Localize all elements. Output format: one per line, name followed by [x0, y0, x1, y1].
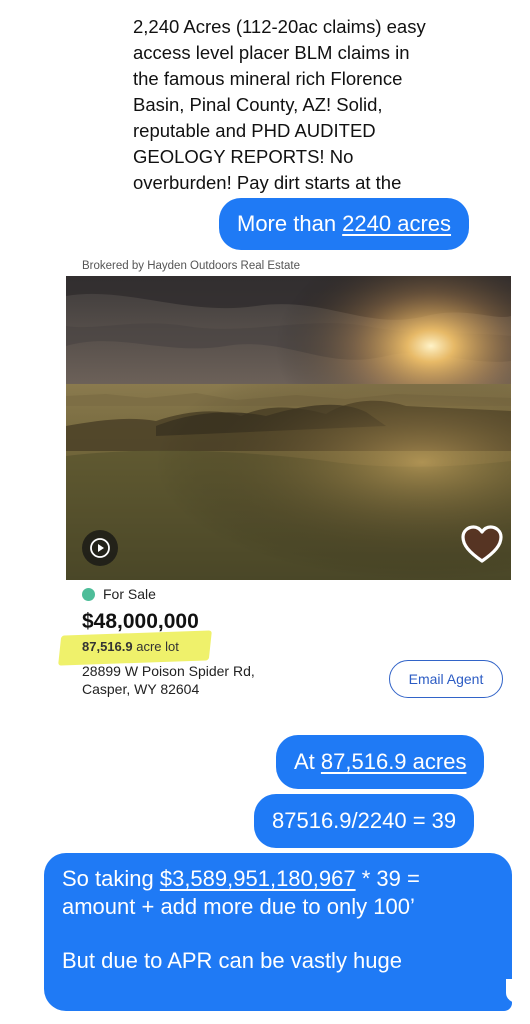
- message-text: * 39 =: [355, 866, 420, 891]
- message-link[interactable]: 2240 acres: [342, 211, 451, 236]
- quoted-line: GEOLOGY REPORTS! No: [133, 146, 354, 167]
- lot-size-unit: acre lot: [132, 639, 179, 654]
- bubble-tail: [488, 981, 508, 1001]
- message-text: More than: [237, 211, 343, 236]
- status-label: For Sale: [103, 586, 156, 602]
- lot-size-number: 87,516.9: [82, 639, 133, 654]
- sent-message-bubble[interactable]: At 87,516.9 acres: [276, 735, 485, 789]
- broker-label: Brokered by Hayden Outdoors Real Estate: [82, 260, 300, 272]
- message-text: amount + add more due to only 100’: [62, 894, 415, 919]
- quoted-line: overburden! Pay dirt starts at the: [133, 172, 402, 193]
- quoted-message-text: 2,240 Acres (112-20ac claims) easy acces…: [133, 14, 453, 196]
- message-text: But due to APR can be vastly huge: [62, 948, 403, 973]
- bubble-tail-mask: [506, 979, 520, 1003]
- landscape-image: [66, 276, 511, 580]
- listing-address: 28899 W Poison Spider Rd, Casper, WY 826…: [82, 662, 255, 698]
- play-video-button[interactable]: [82, 530, 118, 566]
- sent-message-bubble[interactable]: So taking $3,589,951,180,967 * 39 = amou…: [44, 853, 520, 1011]
- status-badge: For Sale: [82, 586, 156, 602]
- quoted-line: 2,240 Acres (112-20ac claims) easy: [133, 16, 426, 37]
- favorite-button[interactable]: [459, 522, 505, 568]
- quoted-line: access level placer BLM claims in: [133, 42, 410, 63]
- quoted-line: Basin, Pinal County, AZ! Solid,: [133, 94, 383, 115]
- address-line1: 28899 W Poison Spider Rd,: [82, 663, 255, 679]
- sent-message-bubble[interactable]: More than 2240 acres: [219, 198, 470, 250]
- message-text: So taking: [62, 866, 160, 891]
- lot-size: 87,516.9 acre lot: [82, 639, 179, 654]
- sent-message-bubble[interactable]: 87516.9/2240 = 39: [254, 794, 475, 848]
- address-line2: Casper, WY 82604: [82, 681, 200, 697]
- status-dot-icon: [82, 587, 95, 601]
- heart-icon: [461, 525, 503, 563]
- play-icon: [90, 538, 110, 558]
- quoted-line: the famous mineral rich Florence: [133, 68, 403, 89]
- message-text: 87516.9/2240 = 39: [272, 808, 457, 833]
- email-agent-button[interactable]: Email Agent: [389, 660, 503, 698]
- message-text: At: [294, 749, 321, 774]
- message-link[interactable]: $3,589,951,180,967: [160, 866, 356, 891]
- message-link[interactable]: 87,516.9 acres: [321, 749, 467, 774]
- listing-photo[interactable]: [66, 276, 511, 580]
- quoted-line: reputable and PHD AUDITED: [133, 120, 376, 141]
- listing-price: $48,000,000: [82, 610, 199, 633]
